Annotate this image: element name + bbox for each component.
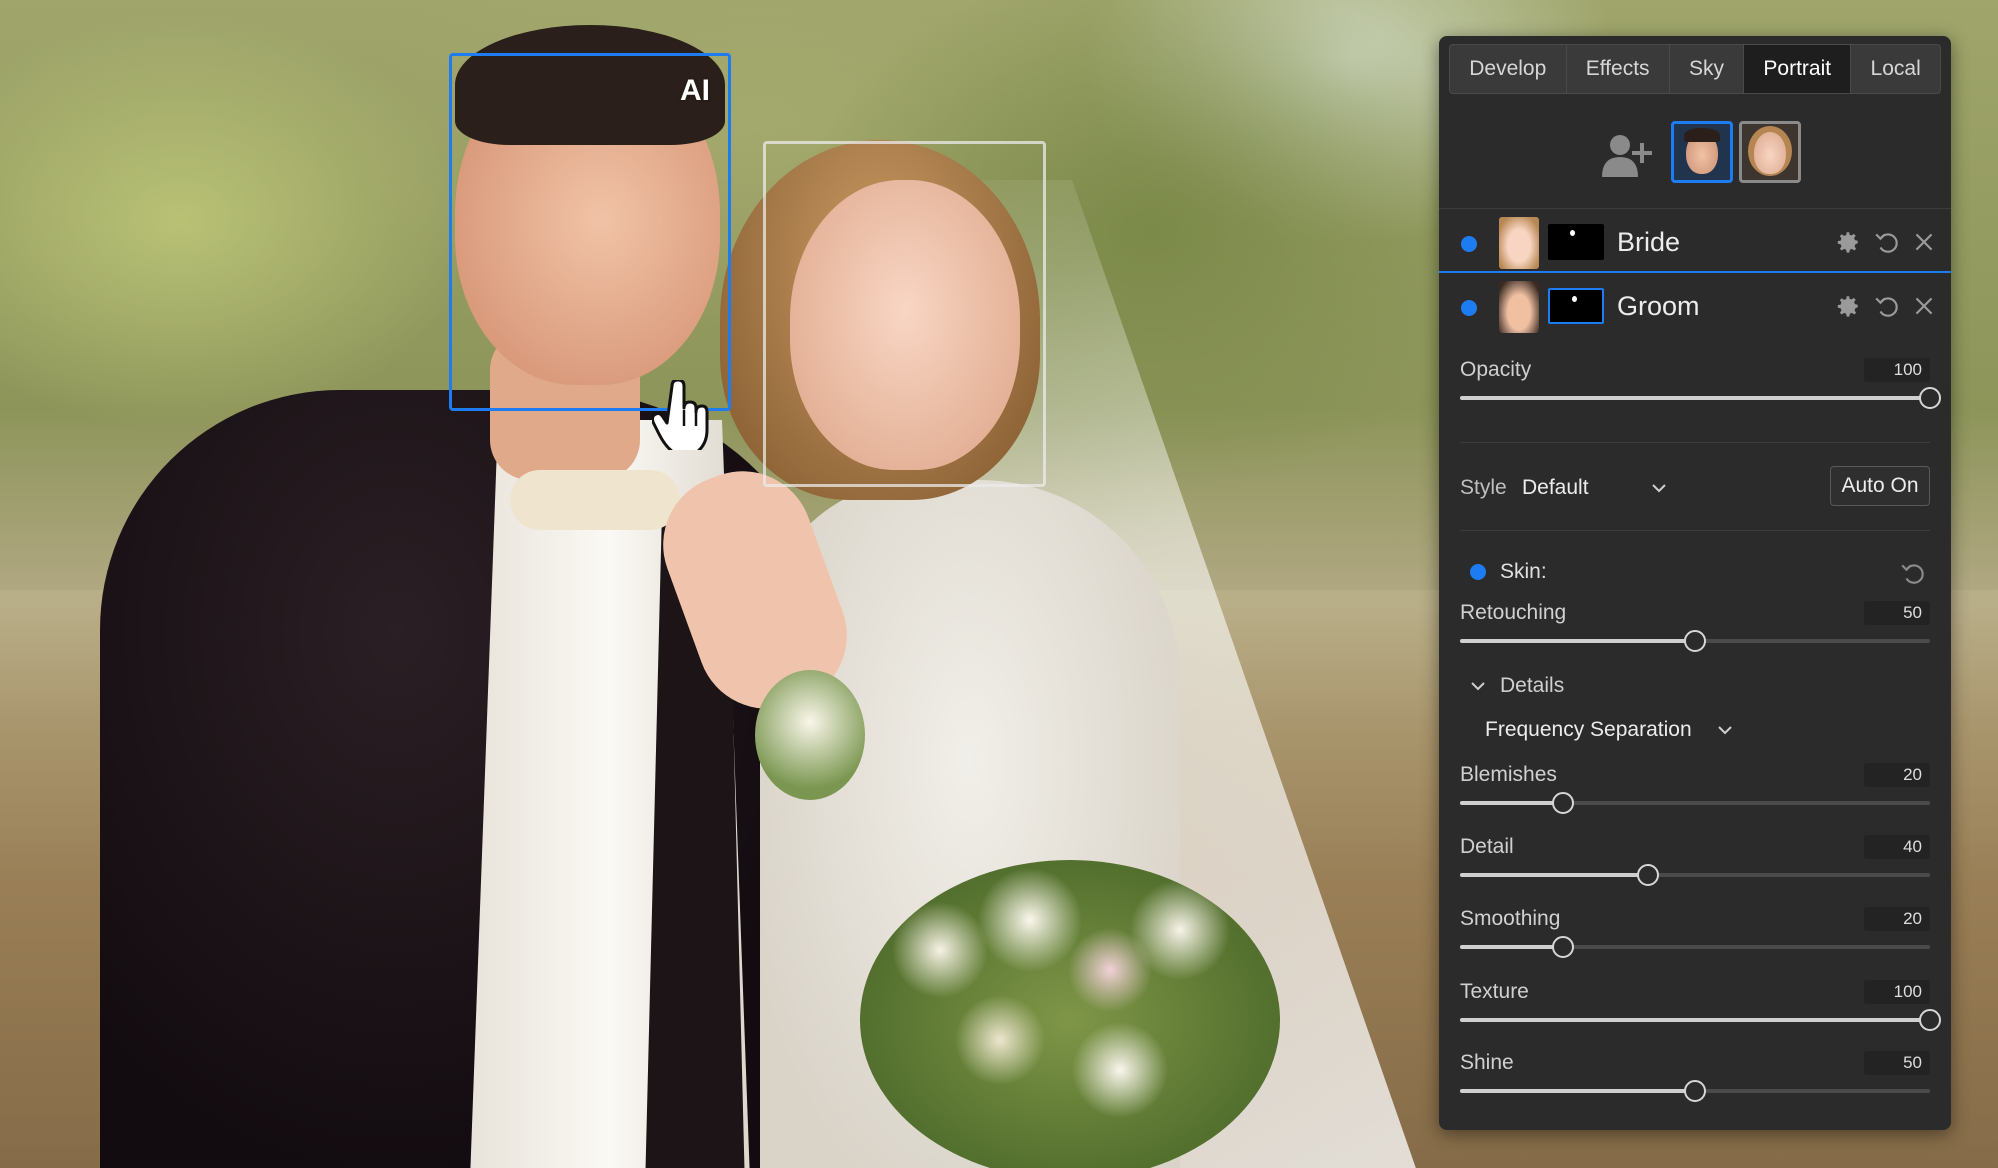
opacity-slider: Opacity 100 [1460, 358, 1941, 418]
groom-mask-thumbnail [1548, 288, 1604, 324]
add-person-icon[interactable] [1600, 133, 1652, 179]
divider [1460, 442, 1930, 443]
mask-visibility-dot[interactable] [1461, 300, 1477, 316]
style-label: Style [1460, 476, 1507, 499]
style-row: Style Default Auto On [1460, 466, 1930, 508]
slider-track[interactable] [1460, 387, 1941, 409]
tab-local[interactable]: Local [1851, 45, 1940, 93]
gear-icon[interactable] [1835, 229, 1861, 255]
mask-row-groom[interactable]: Groom [1439, 276, 1951, 338]
bride-mask-thumbnail [1548, 224, 1604, 260]
slider-handle[interactable] [1637, 864, 1659, 886]
groom-face-thumbnail[interactable] [1671, 121, 1733, 183]
slider-label: Blemishes [1460, 763, 1557, 786]
slider-label: Texture [1460, 980, 1529, 1003]
chevron-down-icon [1652, 484, 1666, 493]
bouquet [860, 860, 1280, 1168]
reset-icon[interactable] [1900, 560, 1926, 586]
detected-faces-row [1439, 121, 1951, 191]
slider-track[interactable] [1460, 630, 1930, 652]
mask-name: Bride [1617, 227, 1681, 257]
slider-handle[interactable] [1552, 936, 1575, 958]
tab-portrait[interactable]: Portrait [1744, 45, 1852, 93]
slider-track[interactable] [1460, 936, 1930, 958]
smoothing-slider: Smoothing 20 [1460, 907, 1930, 967]
frequency-separation-dropdown[interactable]: Frequency Separation [1485, 716, 1785, 746]
frequency-separation-label: Frequency Separation [1485, 718, 1692, 741]
slider-track[interactable] [1460, 792, 1930, 814]
slider-track[interactable] [1460, 1080, 1930, 1102]
portrait-panel: Develop Effects Sky Portrait Local Bride [1439, 36, 1951, 1130]
shine-slider: Shine 50 [1460, 1051, 1930, 1111]
chevron-down-icon [1718, 726, 1732, 735]
divider [1439, 208, 1951, 209]
groom-mini-thumbnail [1499, 281, 1539, 333]
mask-row-bride[interactable]: Bride [1439, 212, 1951, 274]
selection-underline [1439, 271, 1951, 273]
slider-label: Opacity [1460, 358, 1532, 381]
slider-value[interactable]: 50 [1864, 601, 1930, 625]
hand-cursor-icon [652, 380, 709, 450]
slider-value[interactable]: 50 [1864, 1051, 1930, 1075]
slider-label: Shine [1460, 1051, 1514, 1074]
boutonniere [755, 670, 865, 800]
reset-icon[interactable] [1874, 229, 1900, 255]
tab-effects[interactable]: Effects [1567, 45, 1670, 93]
slider-handle[interactable] [1919, 387, 1941, 409]
divider [1460, 530, 1930, 531]
retouching-slider: Retouching 50 [1460, 601, 1930, 661]
slider-value[interactable]: 100 [1864, 358, 1930, 382]
slider-track[interactable] [1460, 1009, 1941, 1031]
module-tabs: Develop Effects Sky Portrait Local [1449, 44, 1941, 94]
slider-label: Smoothing [1460, 907, 1561, 930]
slider-handle[interactable] [1552, 792, 1575, 814]
skin-toggle-dot[interactable] [1470, 564, 1486, 580]
groom-face-box[interactable]: AI [449, 53, 731, 411]
bride-mini-thumbnail [1499, 217, 1539, 269]
mask-name: Groom [1617, 291, 1700, 321]
slider-value[interactable]: 20 [1864, 907, 1930, 931]
detail-slider: Detail 40 [1460, 835, 1930, 895]
slider-handle[interactable] [1684, 1080, 1706, 1102]
style-dropdown[interactable]: Default [1522, 472, 1672, 502]
mask-visibility-dot[interactable] [1461, 236, 1477, 252]
bride-face-box[interactable] [763, 141, 1046, 487]
details-toggle[interactable]: Details [1470, 672, 1770, 702]
skin-section-header: Skin: [1460, 556, 1930, 588]
gear-icon[interactable] [1835, 293, 1861, 319]
slider-value[interactable]: 100 [1864, 980, 1930, 1004]
tab-develop[interactable]: Develop [1450, 45, 1567, 93]
skin-label: Skin: [1500, 560, 1547, 583]
close-icon[interactable] [1911, 229, 1937, 255]
chevron-down-icon [1471, 682, 1485, 691]
tab-sky[interactable]: Sky [1670, 45, 1745, 93]
slider-value[interactable]: 40 [1864, 835, 1930, 859]
bride-face-thumbnail[interactable] [1739, 121, 1801, 183]
details-label: Details [1500, 674, 1565, 697]
slider-handle[interactable] [1919, 1009, 1941, 1031]
slider-label: Detail [1460, 835, 1514, 858]
style-value: Default [1522, 476, 1589, 499]
slider-label: Retouching [1460, 601, 1567, 624]
groom-bowtie [510, 470, 680, 530]
texture-slider: Texture 100 [1460, 980, 1941, 1040]
slider-track[interactable] [1460, 864, 1930, 886]
slider-value[interactable]: 20 [1864, 763, 1930, 787]
auto-on-button[interactable]: Auto On [1830, 466, 1930, 506]
close-icon[interactable] [1911, 293, 1937, 319]
ai-badge: AI [680, 74, 710, 107]
blemishes-slider: Blemishes 20 [1460, 763, 1930, 823]
slider-handle[interactable] [1684, 630, 1706, 652]
reset-icon[interactable] [1874, 293, 1900, 319]
